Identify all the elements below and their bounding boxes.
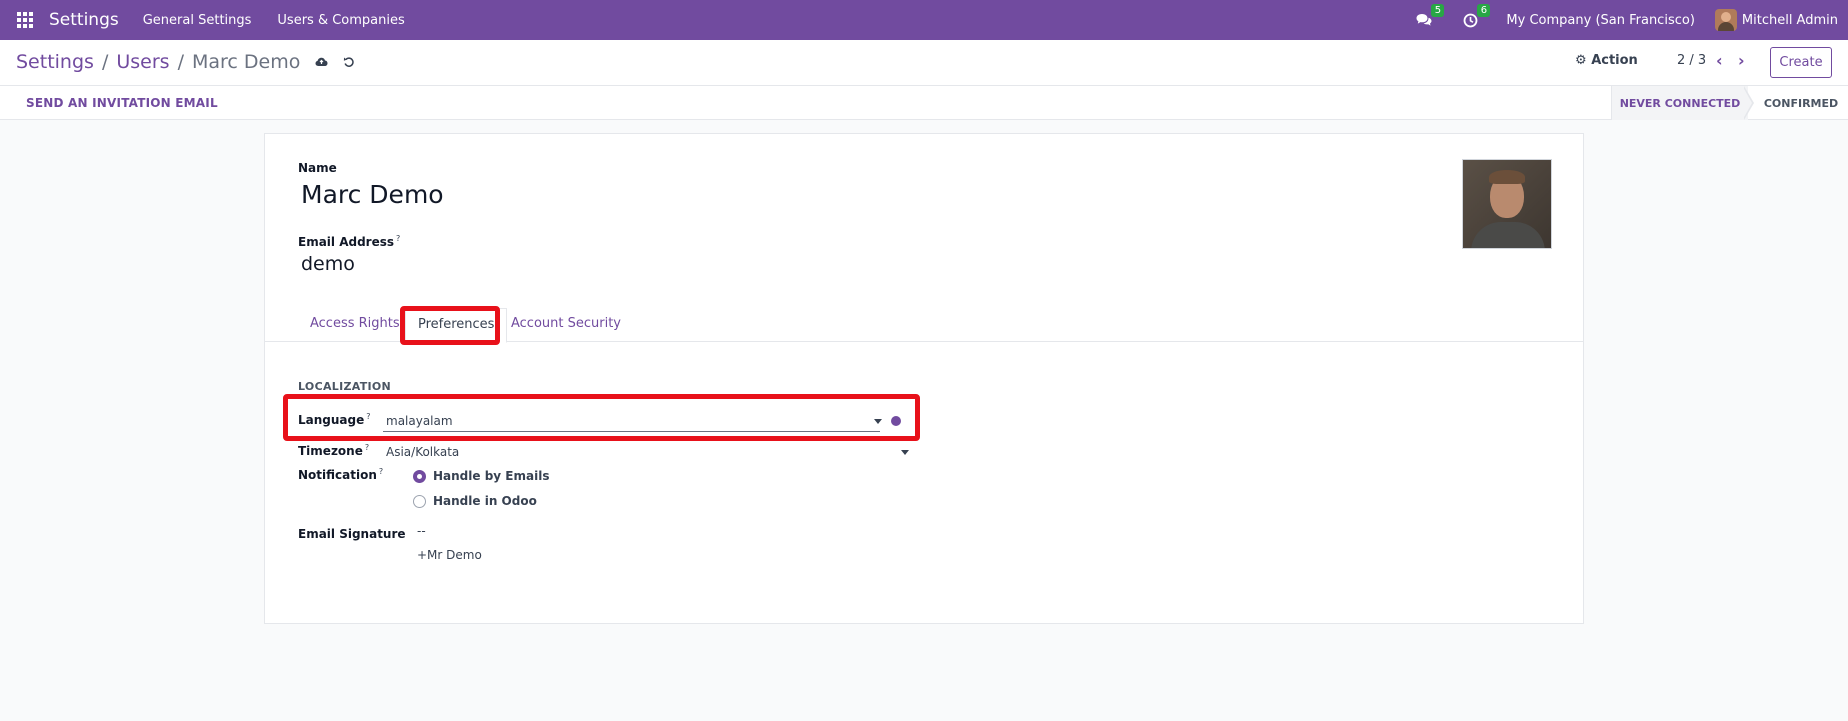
user-menu[interactable]: Mitchell Admin xyxy=(1714,9,1838,31)
clock-icon xyxy=(1463,13,1478,27)
action-label: Action xyxy=(1591,53,1638,68)
form-sheet: Name Marc Demo Email Address? demo Acces… xyxy=(264,133,1584,624)
app-title[interactable]: Settings xyxy=(49,10,119,30)
tab-preferences[interactable]: Preferences xyxy=(405,308,508,343)
discard-undo-icon[interactable] xyxy=(342,55,356,69)
email-label: Email Address? xyxy=(298,234,400,249)
email-label-text: Email Address xyxy=(298,235,395,249)
company-switcher[interactable]: My Company (San Francisco) xyxy=(1506,13,1694,28)
activities-count-badge: 6 xyxy=(1477,4,1491,17)
send-invitation-button[interactable]: SEND AN INVITATION EMAIL xyxy=(26,96,218,110)
breadcrumb-current: Marc Demo xyxy=(191,51,301,73)
notification-label: Notification? xyxy=(298,467,383,482)
top-navbar: Settings General Settings Users & Compan… xyxy=(0,0,1848,40)
language-label-text: Language xyxy=(298,413,365,427)
section-localization: LOCALIZATION xyxy=(298,380,392,393)
breadcrumb-settings[interactable]: Settings xyxy=(16,51,94,73)
language-underline xyxy=(383,431,880,432)
messages-count-badge: 5 xyxy=(1431,4,1445,17)
radio-handle-by-emails[interactable] xyxy=(413,470,426,483)
help-tooltip-icon[interactable]: ? xyxy=(366,412,370,421)
language-select[interactable]: malayalam xyxy=(386,414,453,428)
name-field[interactable]: Marc Demo xyxy=(301,180,444,209)
timezone-label: Timezone? xyxy=(298,443,369,458)
breadcrumb-separator: / xyxy=(101,51,109,73)
control-panel: Settings / Users / Marc Demo ⚙ Action 2 … xyxy=(0,40,1848,86)
radio-label-emails[interactable]: Handle by Emails xyxy=(433,469,549,483)
chevron-down-icon[interactable] xyxy=(901,450,909,455)
user-name: Mitchell Admin xyxy=(1741,12,1838,28)
radio-handle-in-odoo[interactable] xyxy=(413,495,426,508)
user-photo[interactable] xyxy=(1462,159,1552,249)
globe-icon[interactable] xyxy=(891,416,901,426)
pager-value[interactable]: 2 / 3 xyxy=(1677,53,1706,68)
language-label: Language? xyxy=(298,412,371,427)
timezone-label-text: Timezone xyxy=(298,444,363,458)
apps-grid-icon[interactable] xyxy=(17,12,33,28)
stage-confirmed[interactable]: CONFIRMED xyxy=(1748,86,1848,120)
pager-prev-icon[interactable]: ‹ xyxy=(1716,51,1723,70)
stage-never-connected[interactable]: NEVER CONNECTED xyxy=(1611,86,1748,120)
signature-label: Email Signature xyxy=(298,527,406,541)
gear-icon: ⚙ xyxy=(1575,53,1587,68)
create-button[interactable]: Create xyxy=(1770,47,1832,78)
tab-access-rights[interactable]: Access Rights xyxy=(310,316,400,331)
timezone-select[interactable]: Asia/Kolkata xyxy=(386,445,459,459)
action-menu-button[interactable]: ⚙ Action xyxy=(1575,53,1638,68)
breadcrumb-separator: / xyxy=(177,51,184,73)
signature-line[interactable]: -- xyxy=(417,524,426,538)
radio-label-odoo[interactable]: Handle in Odoo xyxy=(433,494,537,508)
name-label: Name xyxy=(298,161,337,175)
pager-next-icon[interactable]: › xyxy=(1738,51,1745,70)
signature-line[interactable]: +Mr Demo xyxy=(417,548,482,562)
breadcrumb-users[interactable]: Users xyxy=(116,51,169,73)
messages-button[interactable]: 5 xyxy=(1414,4,1445,30)
user-avatar xyxy=(1714,9,1737,31)
status-bar: SEND AN INVITATION EMAIL NEVER CONNECTED… xyxy=(0,86,1848,120)
notification-label-text: Notification xyxy=(298,468,377,482)
breadcrumb: Settings / Users / Marc Demo xyxy=(16,51,356,73)
save-cloud-icon[interactable] xyxy=(314,55,328,69)
notebook-tabs: Access Rights Preferences Account Securi… xyxy=(265,304,1583,343)
help-tooltip-icon[interactable]: ? xyxy=(379,467,383,476)
menu-users-companies[interactable]: Users & Companies xyxy=(277,13,404,28)
help-tooltip-icon[interactable]: ? xyxy=(365,443,369,452)
activities-button[interactable]: 6 xyxy=(1460,4,1491,30)
email-field[interactable]: demo xyxy=(301,253,355,275)
chat-icon xyxy=(1416,14,1432,26)
tab-account-security[interactable]: Account Security xyxy=(511,316,621,331)
chevron-down-icon[interactable] xyxy=(874,419,882,424)
menu-general-settings[interactable]: General Settings xyxy=(143,13,252,28)
help-tooltip-icon[interactable]: ? xyxy=(396,234,400,243)
